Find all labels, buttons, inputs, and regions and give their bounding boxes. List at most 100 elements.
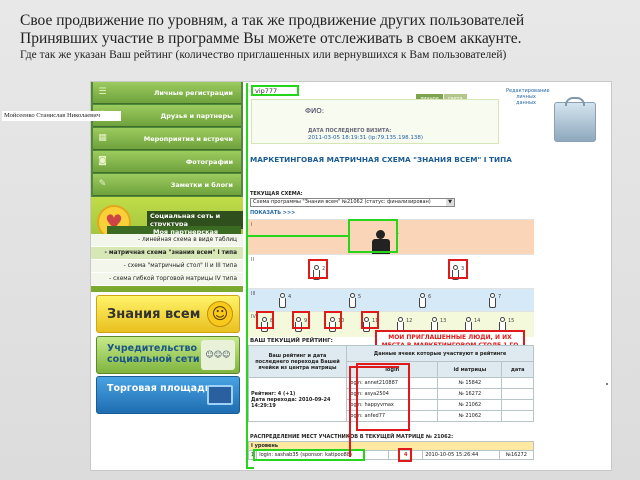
notepad-icon: ✎ <box>98 179 107 189</box>
person-icon[interactable]: 6 <box>418 293 431 309</box>
place-highlight <box>398 448 412 462</box>
slide-text: Свое продвижение по уровням, а так же пр… <box>20 12 630 62</box>
slide-subline: Где так же указан Ваш рейтинг (количеств… <box>20 49 507 61</box>
banner-uchreditelstvo[interactable]: Учредительство социальной сети ☺☺☺ <box>96 336 240 374</box>
shopping-bag-icon <box>554 97 596 142</box>
submenu-flexible-matrix[interactable]: - схема гибкой торговой матрицы IV типа <box>91 273 243 286</box>
chevron-down-icon: ▼ <box>446 199 454 206</box>
red-highlight-box <box>256 311 274 329</box>
cart-icon <box>207 385 233 405</box>
submenu-linear-scheme[interactable]: - линейная схема в виде таблиц <box>91 234 243 247</box>
green-connector-vertical <box>246 83 248 469</box>
sidebar-nav: ☰Личные регистрации ♟Друзья и партнеры ▦… <box>91 82 243 197</box>
submenu-matrix-scheme-type1[interactable]: - матричная схема "знания всем" I типа <box>91 247 243 260</box>
rating-date <box>501 377 534 389</box>
banner-znaniya-label: Знания всем <box>107 307 201 322</box>
row-number: I <box>251 222 253 228</box>
rating-col-right: Данные ячеек которые участвуют в рейтинг… <box>346 345 534 362</box>
person-number: 14 <box>474 318 481 324</box>
left-panel: ☰Личные регистрации ♟Друзья и партнеры ▦… <box>91 82 243 470</box>
red-connector <box>349 366 399 368</box>
top-position-highlight <box>348 219 398 253</box>
rating-cell: Рейтинг: 4 (+1) Дата перехода: 2010-09-2… <box>248 377 347 422</box>
person-icon[interactable]: 5 <box>348 293 361 309</box>
col-date: дата <box>501 361 534 378</box>
camera-icon: ◙ <box>98 156 107 166</box>
scheme-select-value: Схема программы "Знания всем" №21062 (ст… <box>253 199 431 205</box>
red-connector <box>349 367 351 457</box>
banner-uchreditelstvo-label: Учредительство социальной сети <box>107 343 200 365</box>
show-link[interactable]: ПОКАЗАТЬ >>> <box>250 210 295 216</box>
smiley-icon: ☺ <box>207 301 233 327</box>
transition-date: Дата перехода: 2010-09-24 14:29:19 <box>251 396 331 409</box>
user-full-name: Мойсеенко Станислав Николаевич <box>2 111 121 121</box>
red-highlight-box <box>324 311 342 329</box>
red-highlight-box <box>292 311 310 329</box>
nav-notes-blogs[interactable]: ✎ Заметки и блоги <box>93 174 241 196</box>
dist-date: 2010-10-05 15:26:44 <box>422 450 500 460</box>
green-connector-matrix <box>246 235 348 237</box>
list-icon: ☰ <box>98 87 107 97</box>
fio-label: ФИО: <box>305 107 325 115</box>
nav-personal-registrations[interactable]: ☰ Личные регистрации <box>93 82 241 104</box>
username-box: vip777 <box>251 85 299 96</box>
person-number: 7 <box>498 294 502 300</box>
profile-box: ФИО: ДАТА ПОСЛЕДНЕГО ВИЗИТА: 2011-03-05 … <box>251 99 499 144</box>
rating-date <box>501 388 534 400</box>
person-number: 6 <box>428 294 432 300</box>
person-icon[interactable]: 4 <box>278 293 291 309</box>
matrix-row-2: II 2 3 <box>248 254 534 288</box>
scheme-select[interactable]: Схема программы "Знания всем" №21062 (ст… <box>250 198 455 207</box>
matrix-title: МАРКЕТИНГОВАЯ МАТРИЧНАЯ СХЕМА "ЗНАНИЯ ВС… <box>250 155 512 164</box>
banner-torgovaya-label: Торговая площадка <box>107 383 218 394</box>
nav-label: Друзья и партнеры <box>160 112 233 120</box>
rating-matrix-id[interactable]: № 21062 <box>437 399 503 411</box>
current-scheme-label: ТЕКУЩАЯ СХЕМА: <box>250 191 303 197</box>
nav-label: Заметки и блоги <box>170 181 233 189</box>
person-icon[interactable]: 7 <box>488 293 501 309</box>
person-number: 15 <box>508 318 515 324</box>
nav-events[interactable]: ▦ Мероприятия и встречи <box>93 128 241 150</box>
edit-personal-data-link[interactable]: Редактирование личных данных <box>506 88 550 106</box>
last-visit-value: 2011-03-05 18:19:31 (ip:79.135.198.138) <box>308 135 424 141</box>
submenu-matrix-table[interactable]: - схема "матричный стол" II и III типа <box>91 260 243 273</box>
distribution-heading: РАСПРЕДЕЛЕНИЕ МЕСТ УЧАСТНИКОВ В ТЕКУЩЕЙ … <box>250 434 454 440</box>
rating-date <box>501 399 534 411</box>
account-screenshot: ☰Личные регистрации ♟Друзья и партнеры ▦… <box>90 81 612 471</box>
slide-heading-line1: Свое продвижение по уровням, а так же пр… <box>20 12 525 29</box>
red-highlight-box <box>308 259 328 279</box>
person-number: 4 <box>288 294 292 300</box>
banner-znaniya-vsem[interactable]: Знания всем ☺ <box>96 295 240 333</box>
last-visit-label: ДАТА ПОСЛЕДНЕГО ВИЗИТА: <box>308 128 392 134</box>
stray-dot <box>606 383 608 385</box>
col-matrix-id: id матрицы <box>437 361 503 378</box>
nav-photos[interactable]: ◙ Фотографии <box>93 151 241 173</box>
rating-matrix-id[interactable]: № 16272 <box>437 388 503 400</box>
people-group-icon: ☺☺☺ <box>201 340 235 370</box>
rating-col-left: Ваш рейтинг и дата последнего перехода В… <box>248 345 347 378</box>
red-highlight-box <box>448 259 468 279</box>
nav-label: Фотографии <box>185 158 233 166</box>
nav-label: Личные регистрации <box>153 89 233 97</box>
rating-date <box>501 410 534 422</box>
red-highlight-box <box>361 311 379 329</box>
green-connector-bottom <box>246 467 254 469</box>
rating-matrix-id[interactable]: № 21062 <box>437 410 503 422</box>
row-number: III <box>251 291 256 297</box>
matrix-row-3: III 4 5 6 7 <box>248 288 534 311</box>
profile-tabs: личноесчета <box>416 85 468 104</box>
banner-torgovaya[interactable]: Торговая площадка <box>96 376 240 414</box>
rating-heading: ВАШ ТЕКУЩИЙ РЕЙТИНГ: <box>250 338 333 344</box>
row-number: II <box>251 257 254 263</box>
dist-id[interactable]: №16272 <box>498 450 535 460</box>
username: vip777 <box>255 87 278 95</box>
nav-label: Мероприятия и встречи <box>143 135 233 143</box>
structure-submenu: - линейная схема в виде таблиц - матричн… <box>91 234 243 286</box>
slide-heading-line2: Принявших участие в программе Вы можете … <box>20 30 522 47</box>
calendar-icon: ▦ <box>98 133 107 143</box>
invited-logins-highlight <box>356 363 410 431</box>
rating-matrix-id[interactable]: № 15842 <box>437 377 503 389</box>
person-number: 12 <box>406 318 413 324</box>
main-content: vip777 личноесчета Редактирование личных… <box>244 82 611 470</box>
person-number: 13 <box>440 318 447 324</box>
